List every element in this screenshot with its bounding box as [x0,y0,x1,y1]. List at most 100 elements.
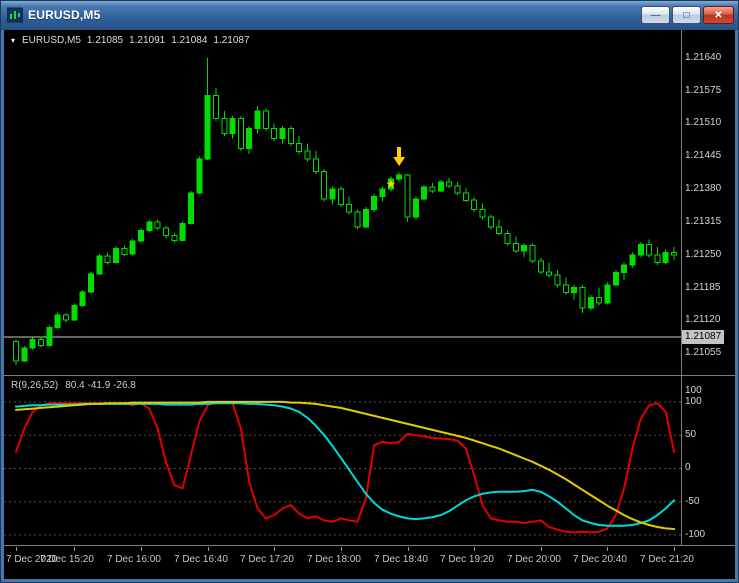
candle-body [204,95,211,160]
time-axis-label: 7 Dec 18:40 [374,554,428,565]
candle-body [379,188,386,198]
symbol-dropdown-icon[interactable]: ▾ [11,36,15,45]
chart-symbol-label: EURUSD,M5 [22,35,81,46]
candle-body [362,208,369,228]
candle-body [262,110,269,130]
candle-body [271,128,278,140]
candle-body [662,251,669,263]
time-axis-tick [16,547,17,551]
candle-body [371,196,378,210]
candle-body [671,251,678,256]
indicator-chart[interactable] [4,376,681,545]
price-axis-label: 1.21315 [685,216,722,227]
chart-client-area: ★ ▾ EURUSD,M5 1.21085 1.21091 1.21084 1.… [4,30,735,579]
ohlc-close-value: 1.21087 [213,35,250,46]
candle-body [637,244,644,256]
time-axis-tick [541,547,542,551]
window-title: EURUSD,M5 [28,8,101,22]
star-marker[interactable]: ★ [385,177,396,191]
time-axis-label: 7 Dec 16:00 [107,554,161,565]
candle-body [63,314,69,321]
candle-body [254,110,261,130]
candle-body [237,117,244,150]
candle-body [113,248,119,263]
price-chart[interactable]: ★ [4,30,681,375]
indicator-header: R(9,26,52) 80.4 -41.9 -26.8 [11,380,136,391]
time-axis-label: 7 Dec 21:20 [640,554,694,565]
candle-body [312,158,319,172]
minimize-icon: — [650,9,661,21]
candle-body [571,287,578,294]
indicator-axis-label: 0 [685,462,691,473]
candle-body [154,221,161,229]
candle-body [596,297,603,304]
chart-ohlc-header: ▾ EURUSD,M5 1.21085 1.21091 1.21084 1.21… [11,35,250,46]
candle-body [604,284,611,304]
candle-body [621,264,628,273]
candle-body [187,192,194,224]
candle-body [612,272,619,286]
price-axis[interactable]: 1.21087 1.21640 1.21575 1.21510 1.21445 1.21… [682,30,735,375]
candle-body [304,150,311,160]
time-axis-tick [408,547,409,551]
candle-body [629,254,636,266]
time-axis-tick [141,547,142,551]
price-axis-label: 1.21185 [685,282,721,293]
axis-divider [681,30,682,546]
candle-body [287,128,294,145]
candle-body [196,158,203,194]
price-axis-label: 1.21250 [685,249,722,260]
indicator-axis-label: 50 [685,429,697,440]
candle-body [429,186,436,192]
time-axis-tick [674,547,675,551]
candle-body [179,223,186,242]
indicator-name-label: R(9,26,52) [11,380,59,391]
indicator-line-fast [15,400,676,534]
candle-body [421,186,428,200]
time-axis[interactable]: 7 Dec 2020 7 Dec 15:20 7 Dec 16:00 7 Dec 16… [4,546,735,579]
candle-body [79,291,86,306]
time-axis-tick [607,547,608,551]
candle-body [96,255,103,275]
candle-body [121,248,128,255]
candle-body [296,143,303,152]
candle-body [587,297,594,309]
time-axis-tick [474,547,475,551]
candle-body [471,199,478,210]
candle-body [54,314,61,328]
close-button[interactable]: ✕ [703,6,734,24]
application-window: EURUSD,M5 — □ ✕ ★ ▾ EURUSD,M5 1.21085 1.… [0,0,739,583]
indicator-values-label: 80.4 -41.9 -26.8 [65,380,136,391]
time-axis-tick [74,547,75,551]
price-axis-label: 1.21575 [685,85,722,96]
candle-body [146,221,153,231]
indicator-line-mid [15,402,676,527]
time-axis-tick [208,547,209,551]
sell-arrow-marker[interactable] [393,146,406,166]
price-axis-label: 1.21055 [685,347,722,358]
candle-body [562,284,569,294]
ohlc-open-value: 1.21085 [86,35,124,46]
time-axis-label: 7 Dec 17:20 [240,554,294,565]
candle-body [579,287,586,309]
window-icon[interactable] [7,7,23,23]
minimize-button[interactable]: — [641,6,670,24]
maximize-button[interactable]: □ [672,6,701,24]
price-axis-label: 1.21120 [685,314,721,325]
time-axis-label: 7 Dec 15:20 [40,554,94,565]
title-bar[interactable]: EURUSD,M5 — □ ✕ [1,1,738,30]
candle-body [321,170,328,200]
candle-body [137,230,144,242]
candle-body [546,271,553,276]
candle-body [162,227,169,237]
ohlc-high-value: 1.21091 [129,35,166,46]
candle-body [654,254,661,263]
indicator-axis[interactable]: 100 100 50 0 -50 -100 [682,376,735,545]
close-icon: ✕ [714,9,723,21]
maximize-icon: □ [683,9,690,21]
time-axis-label: 7 Dec 20:00 [507,554,561,565]
price-axis-label: 1.21380 [685,183,722,194]
candle-body [104,255,111,263]
candle-body [396,174,403,180]
candle-body [13,341,19,362]
